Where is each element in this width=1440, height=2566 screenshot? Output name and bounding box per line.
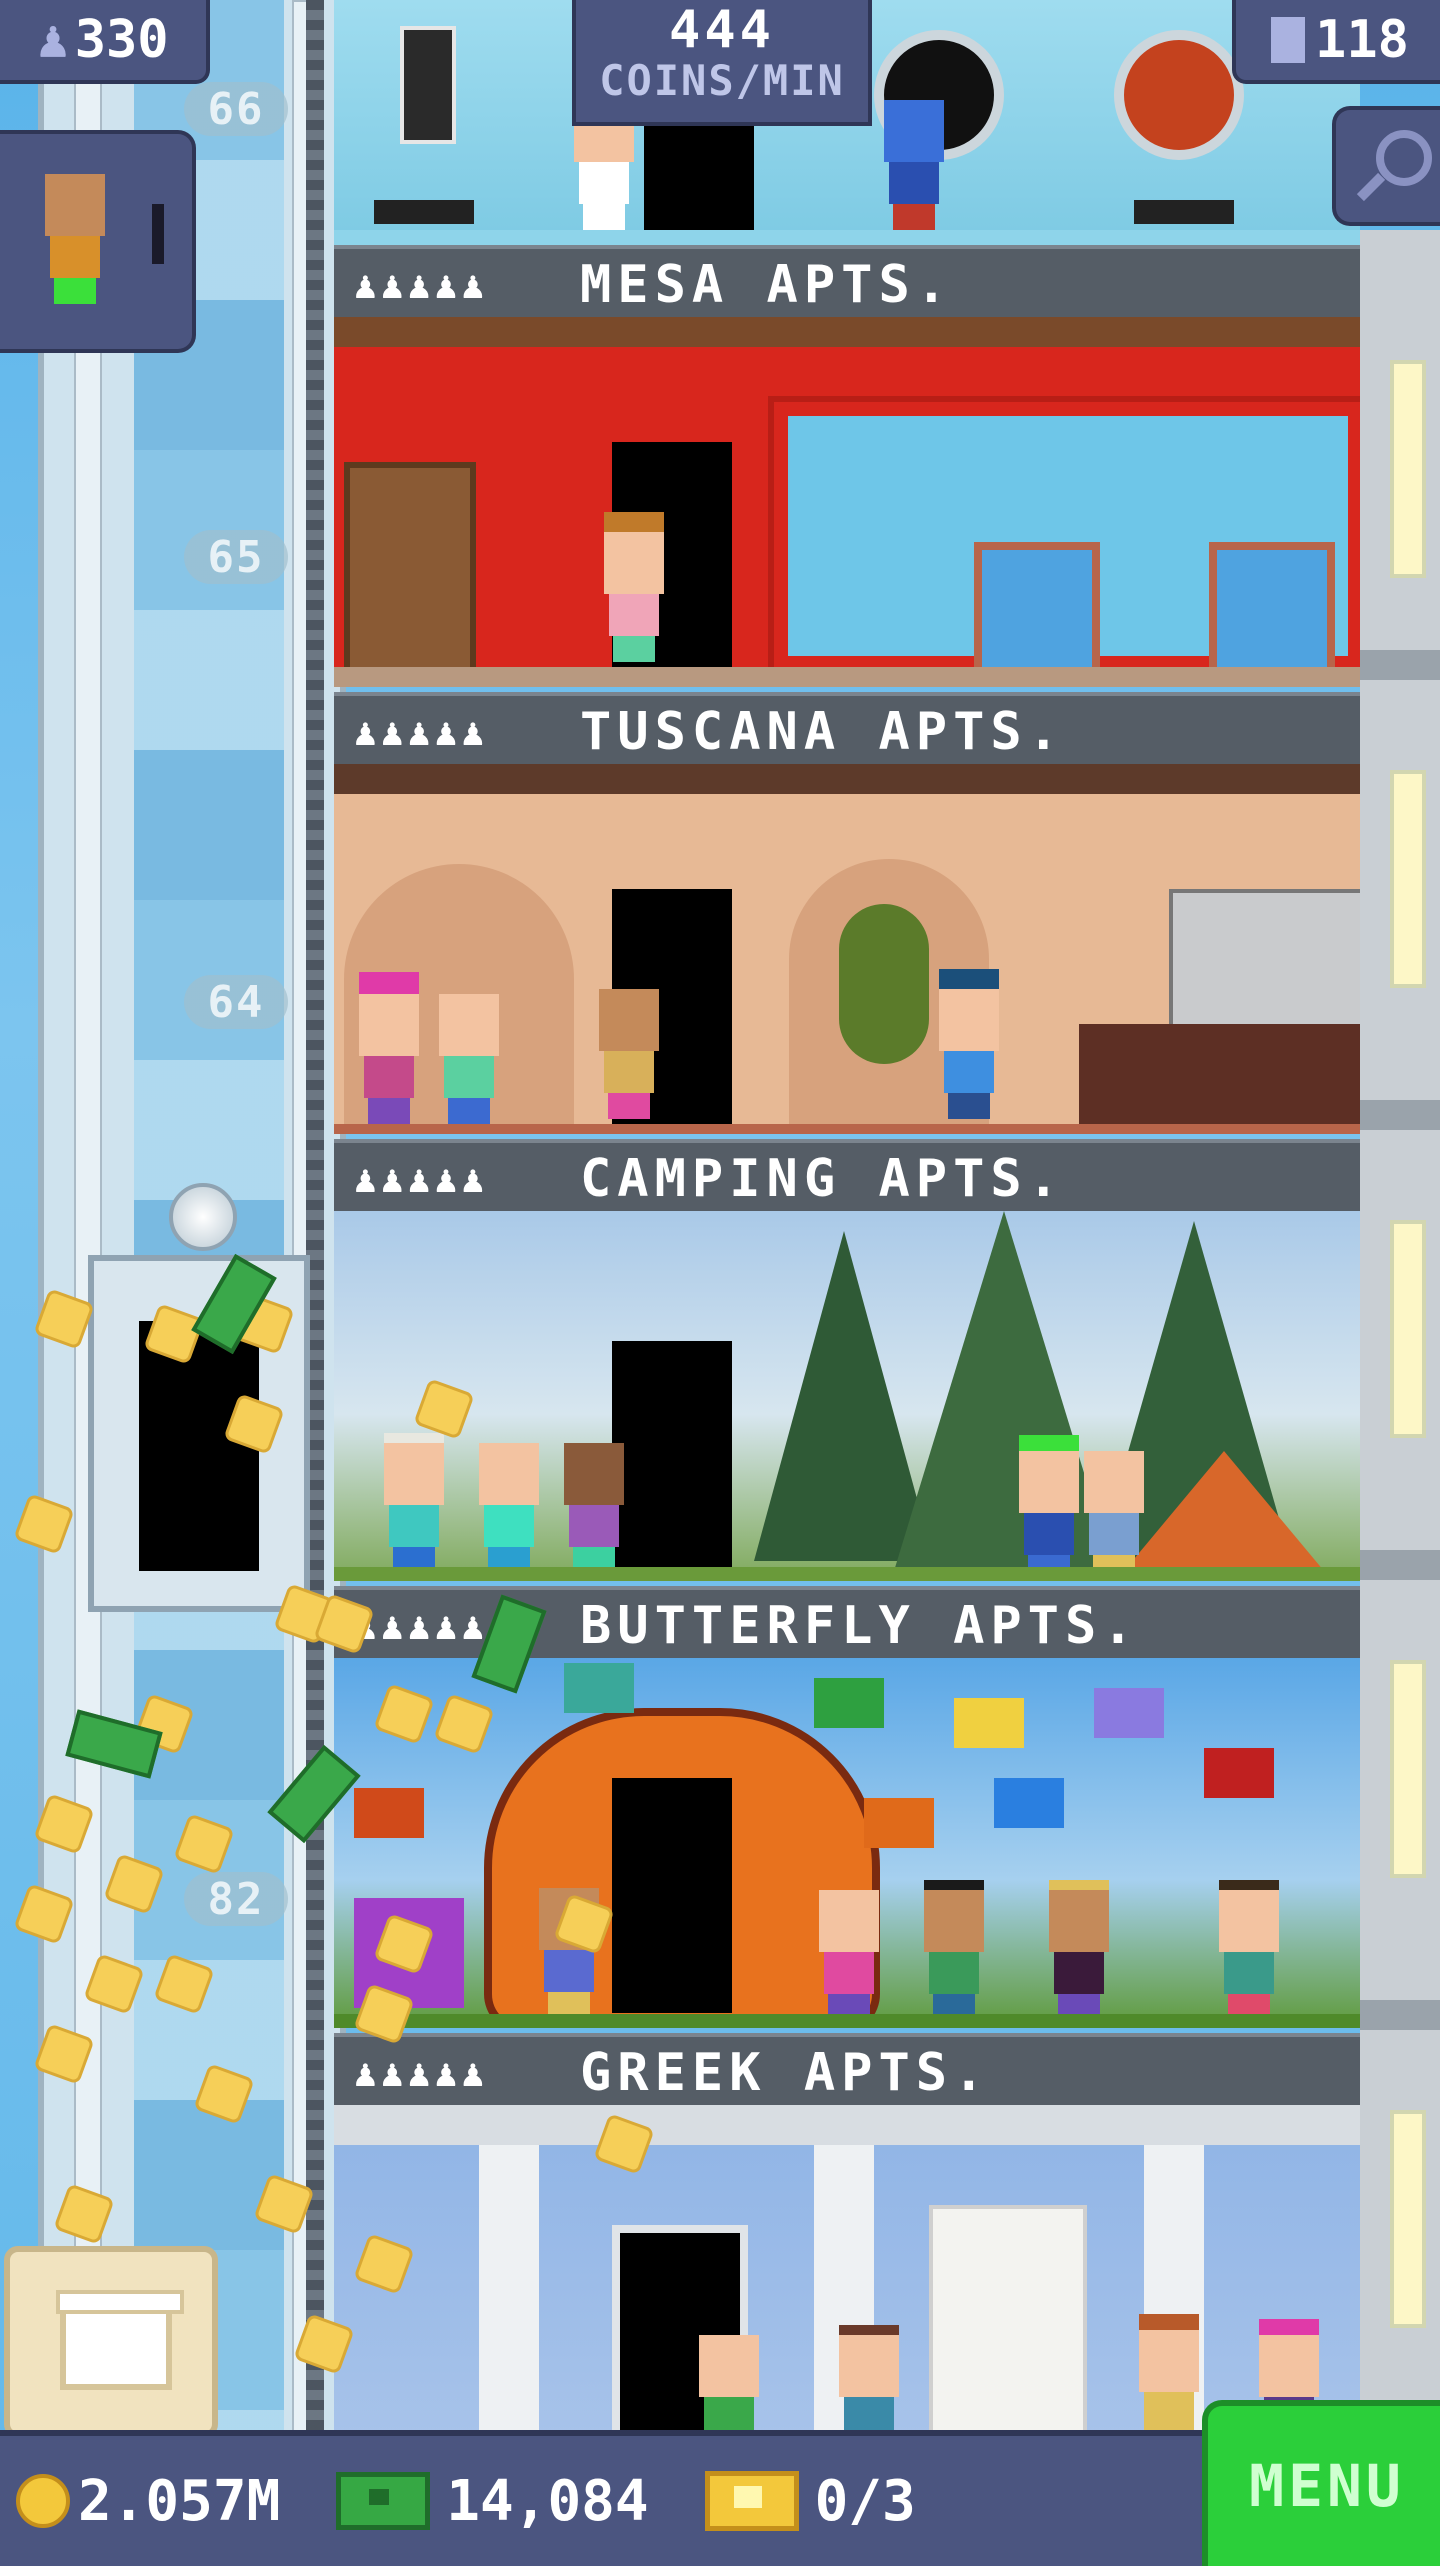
golden-ticket-icon (704, 2471, 799, 2531)
porthole-mars-icon (1114, 30, 1244, 160)
floor-number: 64 (184, 975, 288, 1029)
butterfly-icon (954, 1698, 1024, 1748)
shaft-rail-left (74, 0, 102, 2460)
residents-icons: ♟♟♟♟♟ (354, 1157, 489, 1201)
coins-per-min-display: 444 COINS/MIN (572, 0, 872, 126)
butterfly-icon (864, 1798, 934, 1848)
menu-button[interactable]: MENU (1202, 2400, 1440, 2566)
neighbor-building (1360, 230, 1440, 2430)
magnifier-handle (1356, 172, 1386, 202)
resident[interactable] (599, 512, 669, 662)
box-icon (56, 2290, 184, 2390)
topiary-plant (839, 904, 929, 1064)
building-window (1390, 770, 1426, 988)
resident[interactable] (474, 1443, 544, 1573)
resident[interactable] (379, 1433, 449, 1573)
resident[interactable] (1214, 1880, 1284, 2020)
population-counter[interactable]: ♟ 330 (0, 0, 210, 84)
bux-icon (336, 2472, 431, 2530)
resident[interactable] (919, 1880, 989, 2020)
floor-label-camping[interactable]: ♟♟♟♟♟ CAMPING APTS. (334, 1139, 1360, 1219)
lobby-visitor-panel[interactable] (0, 130, 196, 353)
kitchen-counter (1079, 1024, 1360, 1124)
coins-per-min-value: 444 (669, 0, 775, 60)
alert-icon (152, 204, 164, 264)
resident[interactable] (814, 1890, 884, 2020)
tickets-value: 0/3 (814, 2468, 916, 2534)
floor-name: BUTTERFLY APTS. (580, 1596, 1140, 1656)
building-window (1390, 1220, 1426, 1438)
resident[interactable] (559, 1443, 629, 1573)
residents-icons: ♟♟♟♟♟ (354, 710, 489, 754)
bux-value: 14,084 (446, 2468, 649, 2534)
bookshelf (344, 462, 476, 674)
resident[interactable] (354, 972, 424, 1124)
magnifier-icon (1376, 130, 1432, 186)
butterfly-icon (1094, 1688, 1164, 1738)
building-window (1390, 1660, 1426, 1878)
butterfly-icon (354, 1788, 424, 1838)
coin-icon (16, 2474, 70, 2528)
floor-name: GREEK APTS. (580, 2043, 991, 2103)
population-value: 330 (74, 10, 169, 70)
bookcase (929, 2205, 1087, 2460)
floor-name: CAMPING APTS. (580, 1149, 1065, 1209)
arcade-machine-icon (400, 26, 456, 144)
floor-label-mesa[interactable]: ♟♟♟♟♟ MESA APTS. (334, 245, 1360, 325)
floor-number: 82 (184, 1872, 288, 1926)
tower: ♟♟♟♟♟ MESA APTS. ♟♟♟♟♟ TUSCANA APTS. ♟♟♟… (334, 0, 1360, 2460)
coins-value: 2.057M (78, 2468, 281, 2534)
building-window (1390, 2110, 1426, 2328)
chair (974, 542, 1100, 687)
greek-column (479, 2145, 539, 2460)
tickets-display[interactable]: 0/3 (665, 2469, 916, 2534)
floor-vent (1134, 200, 1234, 224)
search-button[interactable] (1332, 106, 1440, 226)
floor-label-greek[interactable]: ♟♟♟♟♟ GREEK APTS. (334, 2033, 1360, 2113)
floor-door (644, 110, 754, 230)
building-icon (1271, 17, 1306, 63)
coins-display[interactable]: 2.057M (16, 2469, 280, 2534)
butterfly-icon (814, 1678, 884, 1728)
fridge (1169, 889, 1360, 1037)
resident[interactable] (1014, 1435, 1084, 1581)
butterfly-icon (564, 1663, 634, 1713)
floor-count-value: 118 (1315, 10, 1409, 70)
residents-icons: ♟♟♟♟♟ (354, 2051, 489, 2095)
floor-label-tuscana[interactable]: ♟♟♟♟♟ TUSCANA APTS. (334, 692, 1360, 772)
floor-count[interactable]: 118 (1232, 0, 1440, 84)
butterfly-icon (1204, 1748, 1274, 1798)
floor-camping[interactable] (334, 1211, 1360, 1581)
resident[interactable] (1044, 1880, 1114, 2020)
floor-door (612, 1341, 732, 1571)
butterfly-icon (994, 1778, 1064, 1828)
resident[interactable] (1079, 1451, 1149, 1581)
resident[interactable] (434, 994, 504, 1124)
floor-number: 65 (184, 530, 288, 584)
resident[interactable] (594, 989, 664, 1119)
elevator-door (139, 1321, 259, 1571)
residents-icons: ♟♟♟♟♟ (354, 263, 489, 307)
resident[interactable] (934, 969, 1004, 1119)
storage-button[interactable] (4, 2246, 218, 2438)
pine-tree (754, 1231, 934, 1561)
visitor-avatar (40, 174, 110, 304)
floor-name: MESA APTS. (580, 255, 954, 315)
floor-name: TUSCANA APTS. (580, 702, 1065, 762)
floor-mesa[interactable] (334, 317, 1360, 687)
bux-display[interactable]: 14,084 (296, 2468, 649, 2534)
elevator-lamp-icon (169, 1183, 237, 1251)
floor-tuscana[interactable] (334, 764, 1360, 1134)
coins-per-min-unit: COINS/MIN (599, 56, 845, 105)
building-window (1390, 360, 1426, 578)
floor-door (612, 1778, 732, 2013)
chair (1209, 542, 1335, 687)
resident-superhero[interactable] (879, 100, 949, 230)
floor-vent (374, 200, 474, 224)
population-icon: ♟ (37, 10, 69, 70)
floor-number: 66 (184, 82, 288, 136)
